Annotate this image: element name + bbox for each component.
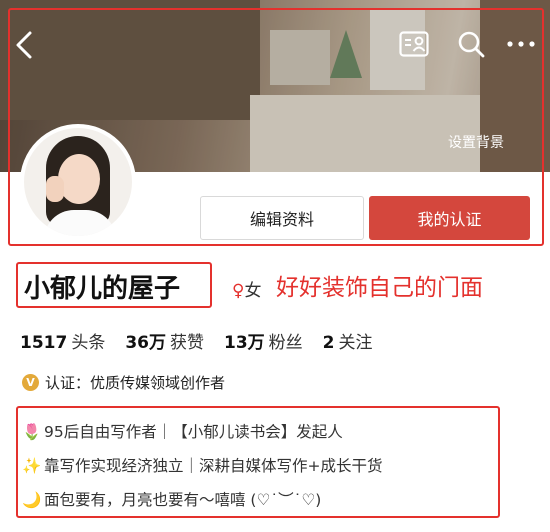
stat-followers-count: 13万 — [224, 333, 265, 353]
stat-followers-label: 粉丝 — [268, 333, 303, 353]
highlight-box-bio — [16, 406, 500, 518]
tagline: 好好装饰自己的门面 — [276, 275, 483, 301]
stat-likes[interactable]: 36万 获赞 — [125, 328, 204, 353]
stat-following-count: 2 — [322, 333, 335, 353]
stat-followers[interactable]: 13万 粉丝 — [224, 328, 303, 353]
female-icon: ♀ — [232, 281, 245, 301]
certification-row: V 认证：优质传媒领域创作者 — [22, 372, 225, 393]
stats-row: 1517 头条 36万 获赞 13万 粉丝 2 关注 — [20, 328, 393, 353]
stat-following-label: 关注 — [338, 333, 373, 353]
highlight-box-name — [16, 262, 212, 308]
stat-likes-count: 36万 — [125, 333, 166, 353]
stat-following[interactable]: 2 关注 — [323, 328, 373, 353]
stat-posts[interactable]: 1517 头条 — [20, 328, 105, 353]
gender-badge: ♀女 — [232, 276, 261, 301]
certification-text: 认证：优质传媒领域创作者 — [45, 374, 226, 392]
gender-text: 女 — [244, 281, 262, 301]
stat-likes-label: 获赞 — [170, 333, 204, 353]
highlight-box-header — [8, 8, 544, 246]
stat-posts-count: 1517 — [20, 333, 68, 353]
verified-icon: V — [22, 374, 39, 391]
stat-posts-label: 头条 — [71, 333, 106, 353]
